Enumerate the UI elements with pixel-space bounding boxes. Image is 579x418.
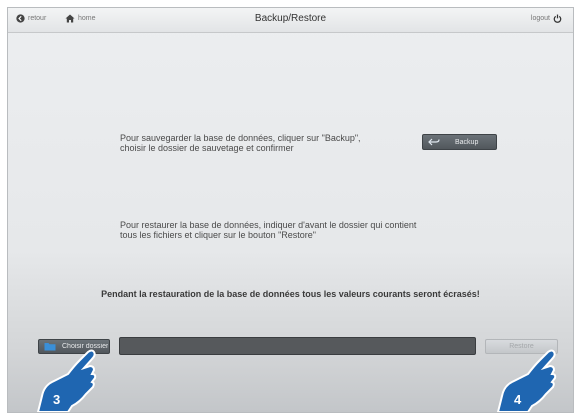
backup-instructions: Pour sauvegarder la base de données, cli… xyxy=(120,133,361,153)
backup-button[interactable]: Backup xyxy=(422,134,497,150)
restore-instructions: Pour restaurer la base de données, indiq… xyxy=(120,220,416,240)
logout-button[interactable]: logout xyxy=(531,14,565,23)
step-3-callout: 3 xyxy=(28,346,108,412)
step-3-number: 3 xyxy=(53,392,60,407)
device-frame: retour home Backup/Restore logout Pour s… xyxy=(0,0,579,418)
undo-arrow-icon xyxy=(427,138,441,147)
backup-text-line2: choisir le dossier de sauvetage et confi… xyxy=(120,143,294,153)
hand-pointer-icon: 4 xyxy=(496,349,557,412)
app-screen: retour home Backup/Restore logout Pour s… xyxy=(7,7,574,413)
page-title: Backup/Restore xyxy=(254,13,327,24)
backup-button-label: Backup xyxy=(455,138,479,146)
step-4-number: 4 xyxy=(514,392,522,407)
top-bar: retour home Backup/Restore logout xyxy=(8,8,573,33)
logout-label: logout xyxy=(530,15,550,22)
restore-text-line2: tous les fichiers et cliquer sur le bout… xyxy=(120,230,316,240)
backup-text-line1: Pour sauvegarder la base de données, cli… xyxy=(120,133,361,143)
restore-warning: Pendant la restauration de la base de do… xyxy=(101,289,480,299)
restore-text-line1: Pour restaurer la base de données, indiq… xyxy=(120,220,417,230)
step-4-callout: 4 xyxy=(494,346,573,412)
folder-path-field[interactable] xyxy=(119,337,476,355)
power-icon xyxy=(553,14,562,23)
hand-pointer-icon: 3 xyxy=(36,349,97,412)
